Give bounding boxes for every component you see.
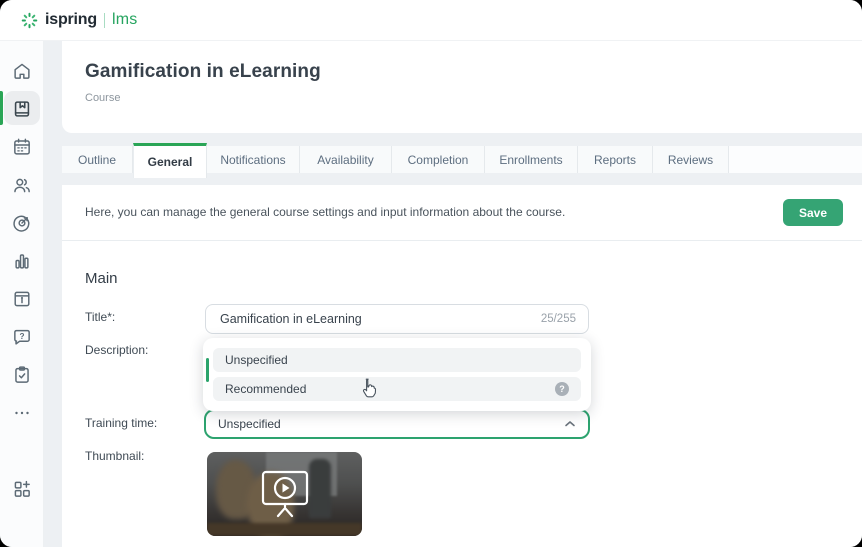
tab-outline[interactable]: Outline xyxy=(62,146,133,173)
help-chat-icon: ? xyxy=(11,326,33,348)
dropdown-option-unspecified[interactable]: Unspecified xyxy=(206,348,581,382)
title-input-wrap: 25/255 xyxy=(205,304,589,334)
book-icon xyxy=(11,98,33,120)
training-time-value: Unspecified xyxy=(218,417,281,431)
general-settings-panel: Here, you can manage the general course … xyxy=(62,185,862,547)
sidebar-item-apps[interactable] xyxy=(0,470,44,508)
thumbnail-label: Thumbnail: xyxy=(85,449,145,463)
section-divider xyxy=(62,240,862,241)
active-item-bar xyxy=(0,91,3,125)
tab-notifications[interactable]: Notifications xyxy=(207,146,300,173)
dropdown-option-label: Recommended xyxy=(225,382,307,396)
top-bar: ispring lms xyxy=(0,0,862,41)
sidebar-item-info[interactable] xyxy=(0,280,44,318)
target-icon xyxy=(11,212,33,234)
training-time-label: Training time: xyxy=(85,416,158,430)
tasks-icon xyxy=(11,364,33,386)
description-field-label: Description: xyxy=(85,343,149,357)
info-panel-icon xyxy=(11,288,33,310)
brand-name: ispring xyxy=(45,11,97,28)
app-window: ispring lms ? Gamification in eLearning … xyxy=(0,0,862,547)
sidebar-item-goals[interactable] xyxy=(0,204,44,242)
bar-chart-icon xyxy=(11,250,33,272)
training-time-dropdown-menu: Unspecified Recommended ? xyxy=(203,338,591,411)
title-field-label: Title*: xyxy=(85,310,116,324)
sidebar-item-tasks[interactable] xyxy=(0,356,44,394)
intro-text: Here, you can manage the general course … xyxy=(85,205,566,219)
svg-text:?: ? xyxy=(19,332,24,341)
brand-product: lms xyxy=(111,11,138,28)
course-thumbnail[interactable] xyxy=(207,452,362,536)
home-icon xyxy=(11,60,33,82)
tab-availability[interactable]: Availability xyxy=(300,146,392,173)
tab-general[interactable]: General xyxy=(133,143,207,178)
tab-reviews[interactable]: Reviews xyxy=(653,146,729,173)
more-icon xyxy=(11,402,33,424)
save-button[interactable]: Save xyxy=(782,199,843,226)
section-title: Main xyxy=(85,270,118,287)
tab-strip-filler xyxy=(729,146,862,173)
tab-reports[interactable]: Reports xyxy=(578,146,653,173)
page-subtitle: Course xyxy=(85,92,121,104)
selected-option-bar xyxy=(206,358,209,382)
course-title-input[interactable] xyxy=(218,311,533,327)
sidebar-item-users[interactable] xyxy=(0,166,44,204)
chevron-up-icon xyxy=(564,420,576,428)
brand-separator xyxy=(103,12,105,28)
dropdown-option-label: Unspecified xyxy=(225,353,288,367)
sidebar-item-reports[interactable] xyxy=(0,242,44,280)
users-icon xyxy=(11,174,33,196)
calendar-icon xyxy=(11,136,33,158)
dropdown-option-recommended[interactable]: Recommended ? xyxy=(213,377,581,401)
apps-icon xyxy=(11,478,33,500)
sidebar-item-home[interactable] xyxy=(0,52,44,90)
sidebar-item-courses[interactable] xyxy=(0,90,44,128)
tab-completion[interactable]: Completion xyxy=(392,146,485,173)
course-header: Gamification in eLearning Course xyxy=(62,41,862,133)
sidebar-item-help[interactable]: ? xyxy=(0,318,44,356)
video-play-icon xyxy=(207,452,362,536)
help-icon: ? xyxy=(555,382,569,396)
brand-logo[interactable]: ispring lms xyxy=(21,11,137,29)
sidebar-nav: ? xyxy=(0,41,44,547)
course-tabs: Outline General Notifications Availabili… xyxy=(62,143,862,178)
page-title: Gamification in eLearning xyxy=(85,61,321,82)
training-time-select[interactable]: Unspecified xyxy=(204,409,590,439)
sidebar-item-more[interactable] xyxy=(0,394,44,432)
tab-enrollments[interactable]: Enrollments xyxy=(485,146,578,173)
ispring-burst-icon xyxy=(21,12,38,29)
sidebar-item-calendar[interactable] xyxy=(0,128,44,166)
char-counter: 25/255 xyxy=(540,313,576,325)
